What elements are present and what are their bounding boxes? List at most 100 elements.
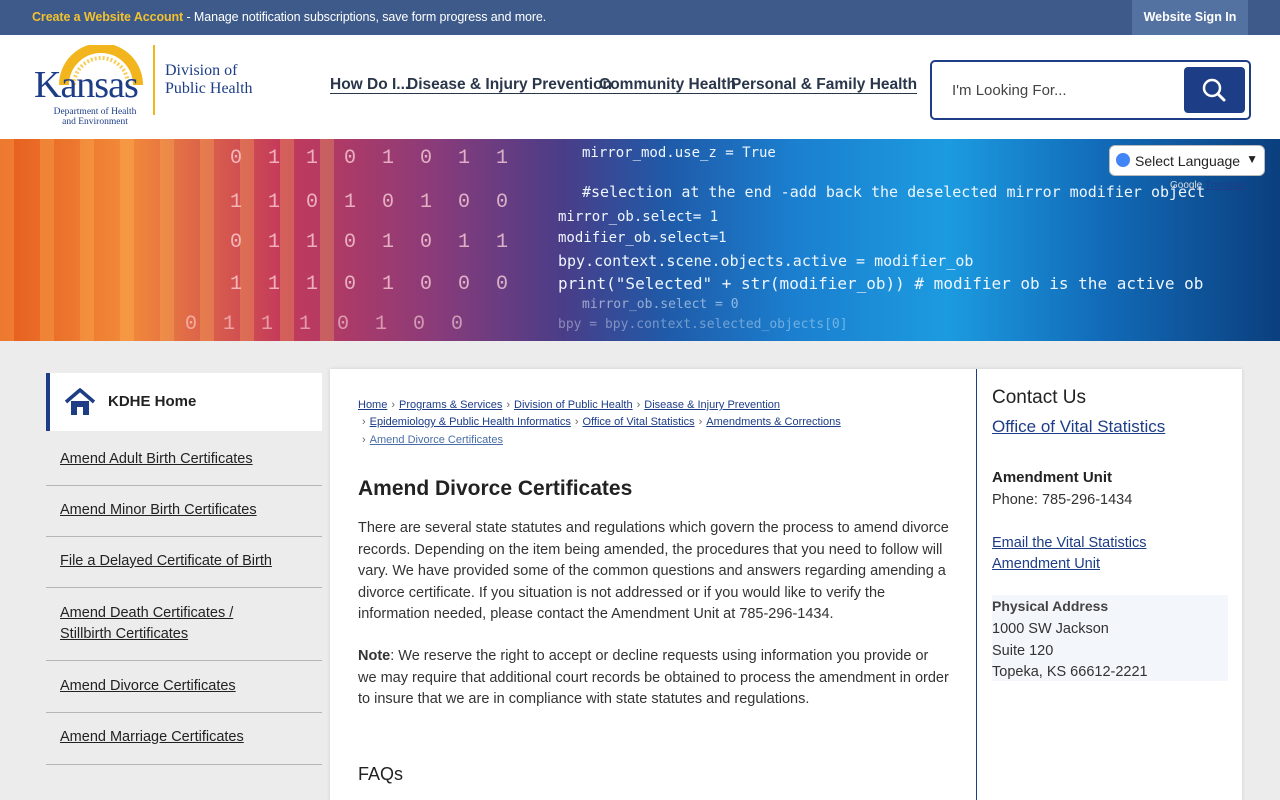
logo-division-line1: Division of [165, 62, 238, 79]
nav-disease-label: Disease & Injury Prevention [407, 76, 613, 94]
email-vital-statistics-link[interactable]: Email the Vital Statistics Amendment Uni… [992, 533, 1192, 575]
language-select-label: Select Language [1135, 153, 1241, 169]
page-title: Amend Divorce Certificates [358, 477, 633, 500]
physical-address: 1000 SW Jackson Suite 120 Topeka, KS 666… [992, 619, 1148, 684]
sidebar-item-label: Amend Divorce Certificates [60, 678, 236, 694]
sidebar-home-label: KDHE Home [108, 393, 197, 410]
search-icon [1202, 78, 1226, 102]
breadcrumb: › Epidemiology & Public Health Informatic… [358, 416, 841, 428]
contact-phone: Phone: 785-296-1434 [992, 492, 1133, 508]
language-select[interactable]: Select Language ▼ [1109, 145, 1265, 176]
top-bar: Create a Website Account - Manage notifi… [0, 0, 1280, 35]
breadcrumb-separator: › [698, 416, 703, 428]
breadcrumb: Home › Programs & Services › Division of Pub… [358, 399, 780, 411]
nav-personal-family-health[interactable]: Personal & Family Health [731, 76, 918, 98]
website-sign-in-button[interactable]: Website Sign In [1132, 0, 1248, 35]
sidebar-item-label: Amend Death Certificates / Stillbirth Ce… [60, 605, 234, 642]
sidebar-item-label: Amend Marriage Certificates [60, 729, 244, 745]
address-line: 1000 SW Jackson [992, 621, 1109, 637]
kdhe-logo[interactable]: Kansas Department of Health and Environm… [32, 45, 257, 127]
banner-binary-row: 0 1 1 0 1 0 1 1 [230, 147, 516, 170]
translate-link[interactable]: Translate [1205, 180, 1246, 191]
contact-title: Contact Us [992, 387, 1086, 408]
note-label: Note [358, 648, 391, 664]
chevron-down-icon: ▼ [1246, 152, 1258, 166]
sidebar-nav: KDHE Home Amend Adult Birth Certificates… [46, 373, 322, 765]
nav-community-label: Community Health [599, 76, 736, 94]
create-account-link[interactable]: Create a Website Account [32, 10, 183, 24]
intro-paragraph: There are several state statutes and reg… [358, 520, 949, 622]
breadcrumb-link[interactable]: Office of Vital Statistics [583, 416, 695, 428]
logo-dept-line2: and Environment [62, 117, 128, 127]
banner-code-line: bpy.context.scene.objects.active = modif… [558, 252, 974, 270]
logo-department: Department of Health and Environment [40, 107, 150, 127]
sidebar-item-amend-adult-birth[interactable]: Amend Adult Birth Certificates [46, 431, 322, 486]
search-input[interactable] [940, 72, 1180, 108]
note-text: : We reserve the right to accept or decl… [358, 648, 949, 707]
breadcrumb-link[interactable]: Division of Public Health [514, 399, 633, 411]
breadcrumb-link[interactable]: Programs & Services [399, 399, 502, 411]
account-message: Create a Website Account - Manage notifi… [32, 10, 546, 24]
address-line: Topeka, KS 66612-2221 [992, 664, 1148, 680]
google-translate-credit: Google Translate [1170, 180, 1246, 191]
sidebar-item-amend-death[interactable]: Amend Death Certificates / Stillbirth Ce… [46, 588, 322, 661]
google-translate-icon [1116, 153, 1130, 167]
banner-code-line: mirror_mod.use_z = True [582, 145, 776, 161]
nav-how-do-i[interactable]: How Do I... [330, 76, 410, 98]
breadcrumb-separator: › [636, 399, 641, 411]
breadcrumb-link[interactable]: Home [358, 399, 387, 411]
breadcrumb-link[interactable]: Epidemiology & Public Health Informatics [370, 416, 571, 428]
nav-disease-injury-prevention[interactable]: Disease & Injury Prevention [407, 76, 613, 98]
breadcrumb-link[interactable]: Disease & Injury Prevention [644, 399, 780, 411]
search-button[interactable] [1184, 67, 1245, 113]
banner-code-line: modifier_ob.select=1 [558, 230, 727, 246]
site-search [930, 60, 1251, 120]
logo-dept-line1: Department of Health [53, 107, 137, 117]
sidebar-home[interactable]: KDHE Home [46, 373, 322, 431]
account-message-text: - Manage notification subscriptions, sav… [183, 10, 547, 24]
sidebar-item-label: Amend Adult Birth Certificates [60, 451, 253, 467]
banner-code-line: #selection at the end -add back the dese… [582, 183, 1206, 201]
nav-how-do-i-label: How Do I... [330, 76, 410, 94]
home-icon [64, 388, 96, 415]
banner-code-line: print("Selected" + str(modifier_ob)) # m… [558, 274, 1204, 293]
physical-address-label: Physical Address [992, 598, 1109, 614]
sidebar-item-amend-marriage[interactable]: Amend Marriage Certificates [46, 713, 322, 765]
google-label: Google [1170, 180, 1203, 191]
banner-binary-row: 0 1 1 1 0 1 0 0 [185, 313, 471, 336]
breadcrumb-separator: › [362, 434, 366, 446]
banner-code-line: mirror_ob.select= 1 [558, 209, 719, 225]
breadcrumb-separator: › [574, 416, 579, 428]
banner-code-line: mirror_ob.select = 0 [582, 297, 739, 312]
address-line: Suite 120 [992, 642, 1054, 659]
breadcrumb-current[interactable]: Amend Divorce Certificates [370, 434, 503, 446]
logo-kansas: Kansas [34, 64, 139, 106]
breadcrumb: › Amend Divorce Certificates [358, 434, 503, 446]
sidebar-item-amend-divorce[interactable]: Amend Divorce Certificates [46, 661, 322, 713]
office-vital-statistics-link[interactable]: Office of Vital Statistics [992, 417, 1165, 437]
sidebar-item-label: File a Delayed Certificate of Birth [60, 553, 272, 569]
banner-binary-row: 0 1 1 0 1 0 1 1 [230, 231, 516, 254]
banner-binary-row: 1 1 1 0 1 0 0 0 [230, 273, 516, 296]
main-content: Home › Programs & Services › Division of Pub… [330, 369, 1242, 800]
note-paragraph: Note: We reserve the right to accept or … [358, 646, 950, 711]
sidebar-item-delayed-birth[interactable]: File a Delayed Certificate of Birth [46, 537, 322, 588]
banner-code-line: bpy = bpy.context.selected_objects[0] [558, 317, 848, 332]
sidebar-item-amend-minor-birth[interactable]: Amend Minor Birth Certificates [46, 486, 322, 537]
content-divider [976, 369, 977, 800]
breadcrumb-separator: › [391, 399, 396, 411]
hero-banner: 0 1 1 0 1 0 1 1 1 1 0 1 0 1 0 0 0 1 1 0 … [0, 139, 1280, 341]
logo-divider [153, 45, 155, 115]
faqs-heading: FAQs [358, 764, 404, 784]
breadcrumb-separator: › [362, 416, 366, 428]
sidebar-item-label: Amend Minor Birth Certificates [60, 502, 257, 518]
nav-community-health[interactable]: Community Health [599, 76, 736, 98]
logo-division: Division of Public Health [165, 62, 253, 98]
breadcrumb-separator: › [506, 399, 510, 411]
breadcrumb-link[interactable]: Amendments & Corrections [706, 416, 841, 428]
nav-personal-label: Personal & Family Health [731, 76, 918, 94]
site-header: Kansas Department of Health and Environm… [0, 35, 1280, 139]
banner-binary-row: 1 1 0 1 0 1 0 0 [230, 191, 516, 214]
amendment-unit-heading: Amendment Unit [992, 469, 1112, 486]
logo-division-line2: Public Health [165, 80, 253, 97]
